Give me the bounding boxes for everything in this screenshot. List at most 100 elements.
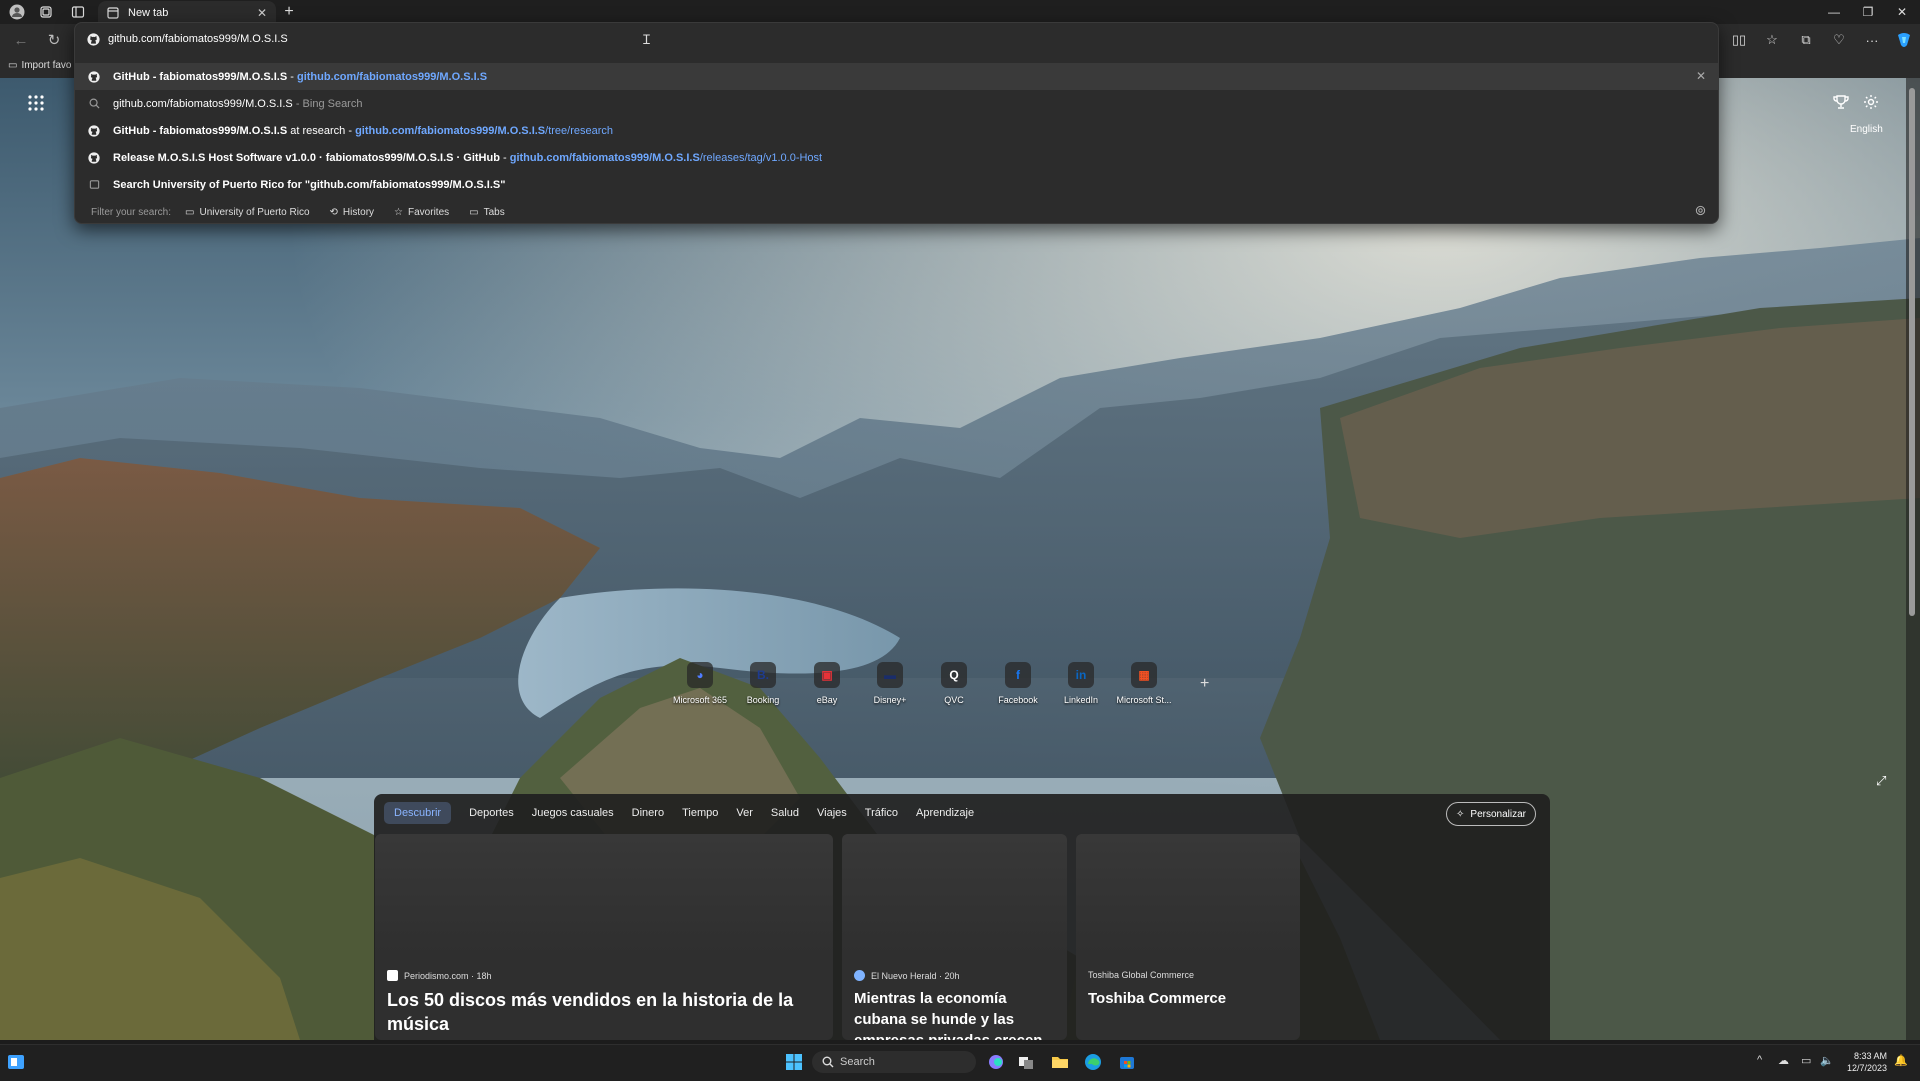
quick-link-label: Disney+ — [873, 695, 907, 705]
github-icon — [87, 70, 101, 84]
rewards-trophy-icon[interactable] — [1833, 94, 1849, 110]
news-card[interactable]: Periodismo.com · 18h Los 50 discos más v… — [375, 834, 833, 1040]
taskbar-search-placeholder: Search — [840, 1056, 875, 1068]
quick-link[interactable]: f Facebook — [988, 662, 1048, 705]
tab-new-tab[interactable]: New tab ✕ — [98, 1, 276, 24]
refresh-icon[interactable]: ↻ — [43, 29, 65, 51]
news-card-title[interactable]: Mientras la economía cubana se hunde y l… — [854, 988, 1057, 1040]
quick-link-logo-icon: f — [1005, 662, 1031, 688]
network-icon[interactable]: ▭ — [1801, 1054, 1811, 1067]
add-quick-link-icon[interactable]: + — [1200, 675, 1209, 693]
feed-tab[interactable]: Deportes — [469, 807, 514, 819]
publisher-logo-icon — [387, 970, 398, 981]
suggestion-url: github.com/fabiomatos999/M.O.S.I.S — [509, 151, 700, 164]
filter-chip-university[interactable]: ▭ University of Puerto Rico — [185, 207, 310, 218]
address-bar[interactable] — [75, 23, 1718, 55]
quick-link-logo-icon: ▦ — [1131, 662, 1157, 688]
feed-tab[interactable]: Viajes — [817, 807, 847, 819]
page-settings-gear-icon[interactable] — [1863, 94, 1879, 110]
tab-title: New tab — [128, 6, 169, 19]
github-icon — [87, 32, 100, 46]
feed-tab[interactable]: Tráfico — [865, 807, 898, 819]
suggestion-row[interactable]: Search University of Puerto Rico for "gi… — [75, 171, 1718, 198]
language-label[interactable]: English — [1850, 124, 1883, 135]
quick-link-label: eBay — [816, 695, 838, 705]
quick-link[interactable]: ▣ eBay — [797, 662, 857, 705]
notification-bell-icon[interactable]: 🔔 — [1894, 1054, 1908, 1067]
suggestion-title: GitHub - fabiomatos999/M.O.S.I.S — [113, 124, 288, 137]
task-view-icon[interactable] — [1016, 1052, 1036, 1072]
filter-chip-history[interactable]: ⟲ History — [330, 207, 375, 218]
clock-date: 12/7/2023 — [1846, 1063, 1887, 1073]
favorites-star-icon[interactable]: ☆ — [1760, 28, 1784, 52]
personalize-button[interactable]: ✧ Personalizar — [1446, 802, 1536, 826]
quick-link[interactable]: Q QVC — [924, 662, 984, 705]
news-card[interactable]: El Nuevo Herald · 20h Mientras la econom… — [842, 834, 1067, 1040]
quick-link[interactable]: ◕ Microsoft 365 — [670, 662, 730, 705]
feed-tab[interactable]: Tiempo — [682, 807, 718, 819]
filter-chip-tabs[interactable]: ▭ Tabs — [469, 207, 505, 218]
feed-tab[interactable]: Descubrir — [384, 802, 452, 824]
search-icon — [822, 1056, 834, 1068]
more-options-icon[interactable]: ··· — [1860, 28, 1884, 52]
address-input[interactable] — [108, 33, 1308, 45]
microsoft-store-icon[interactable] — [1117, 1052, 1137, 1072]
quick-link[interactable]: in LinkedIn — [1051, 662, 1111, 705]
tray-overflow-chevron-icon[interactable]: ^ — [1757, 1054, 1762, 1066]
quick-link-logo-icon: Q — [941, 662, 967, 688]
feed-tab[interactable]: Salud — [771, 807, 799, 819]
search-settings-gear-icon[interactable] — [1695, 205, 1706, 216]
close-tab-icon[interactable]: ✕ — [254, 6, 270, 20]
remove-suggestion-icon[interactable]: ✕ — [1696, 69, 1706, 83]
feed-tab[interactable]: Ver — [736, 807, 753, 819]
expand-feed-icon[interactable]: ⤢ — [1876, 773, 1886, 789]
clock[interactable]: 8:33 AM 12/7/2023 — [1845, 1050, 1887, 1074]
split-screen-icon[interactable]: ▯▯ — [1727, 28, 1751, 52]
close-window-icon[interactable]: ✕ — [1882, 0, 1920, 24]
apps-launcher-icon[interactable] — [28, 95, 44, 111]
import-favorites-link[interactable]: ▭ Import favo — [8, 56, 71, 74]
quick-link-logo-icon: ▬ — [877, 662, 903, 688]
news-card-source: El Nuevo Herald · 20h — [854, 970, 960, 981]
github-icon — [87, 151, 101, 165]
volume-icon[interactable]: 🔈 — [1820, 1054, 1834, 1067]
start-windows-icon[interactable] — [784, 1052, 804, 1072]
news-card[interactable]: Toshiba Global Commerce Toshiba Commerce — [1076, 834, 1300, 1040]
taskbar-search[interactable]: Search — [812, 1051, 976, 1073]
copilot-icon[interactable] — [1892, 28, 1916, 52]
file-explorer-icon[interactable] — [1050, 1052, 1070, 1072]
scrollbar-thumb[interactable] — [1909, 88, 1915, 616]
news-feed: Descubrir Deportes Juegos casuales Dinero Ti… — [374, 794, 1550, 1040]
filter-chip-favorites[interactable]: ☆ Favorites — [394, 207, 449, 218]
onedrive-cloud-icon[interactable]: ☁ — [1778, 1054, 1789, 1067]
suggestion-row[interactable]: GitHub - fabiomatos999/M.O.S.I.S - githu… — [75, 63, 1718, 90]
feed-tab[interactable]: Dinero — [632, 807, 664, 819]
new-tab-plus-icon[interactable]: + — [280, 3, 298, 21]
widgets-icon[interactable] — [6, 1052, 26, 1072]
publisher-logo-icon — [854, 970, 865, 981]
news-card-title[interactable]: Toshiba Commerce — [1088, 988, 1290, 1009]
feed-tab[interactable]: Aprendizaje — [916, 807, 974, 819]
quick-link[interactable]: ▦ Microsoft St... — [1114, 662, 1174, 705]
quick-link[interactable]: B. Booking — [733, 662, 793, 705]
browser-essentials-icon[interactable]: ♡ — [1827, 28, 1851, 52]
news-card-image — [842, 834, 1067, 954]
edge-browser-icon[interactable] — [1083, 1052, 1103, 1072]
tab-actions-icon[interactable] — [69, 3, 87, 21]
copilot-taskbar-icon[interactable] — [986, 1052, 1006, 1072]
workspaces-icon[interactable] — [37, 3, 55, 21]
news-card-title[interactable]: Los 50 discos más vendidos en la histori… — [387, 988, 823, 1036]
suggestion-title: Search University of Puerto Rico for "gi… — [113, 178, 506, 191]
suggestion-row[interactable]: github.com/fabiomatos999/M.O.S.I.S - Bin… — [75, 90, 1718, 117]
quick-link[interactable]: ▬ Disney+ — [860, 662, 920, 705]
suggestion-separator: at research - — [287, 124, 356, 137]
back-arrow-icon[interactable]: ← — [10, 29, 32, 51]
tabs-icon: ▭ — [469, 206, 479, 218]
suggestion-title: github.com/fabiomatos999/M.O.S.I.S — [113, 97, 293, 110]
feed-tab[interactable]: Juegos casuales — [532, 807, 614, 819]
text-cursor-icon: Ｉ — [640, 32, 654, 47]
suggestion-row[interactable]: GitHub - fabiomatos999/M.O.S.I.S at rese… — [75, 117, 1718, 144]
collections-icon[interactable]: ⧉ — [1794, 28, 1818, 52]
suggestion-row[interactable]: Release M.O.S.I.S Host Software v1.0.0 ·… — [75, 144, 1718, 171]
profile-avatar-icon[interactable] — [8, 3, 26, 21]
